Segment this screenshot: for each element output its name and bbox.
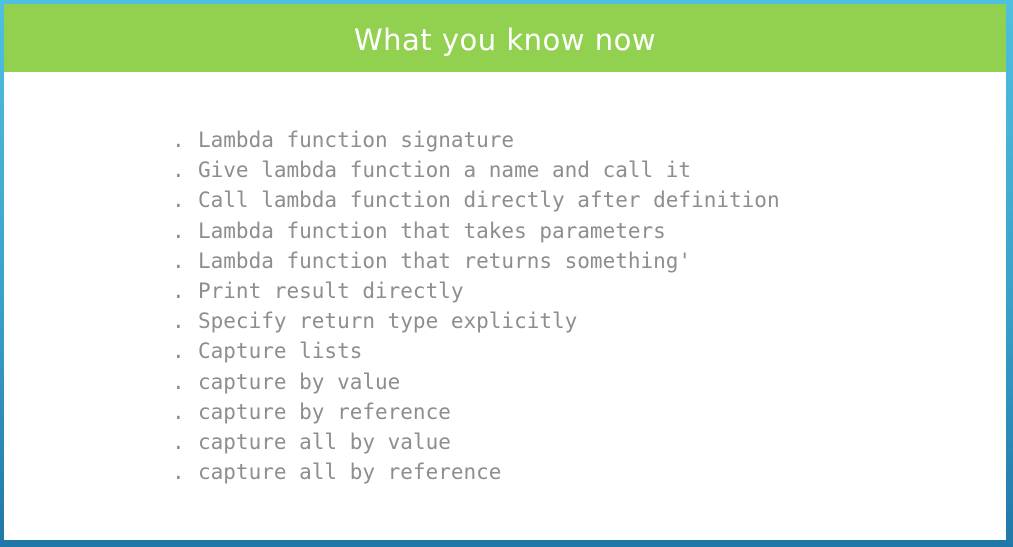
summary-list: . Lambda function signature. Give lambda f… [172, 125, 780, 487]
list-item-text: capture all by reference [198, 460, 502, 485]
list-item-text: Lambda function signature [198, 128, 515, 152]
list-item: . capture all by reference [172, 457, 780, 487]
bullet-dot: . [172, 188, 185, 213]
bullet-dot: . [172, 369, 185, 394]
list-item: . Capture lists [172, 336, 780, 366]
list-item-text: Lambda function that returns something' [198, 248, 692, 273]
list-item: . Print result directly [172, 276, 780, 306]
bullet-dot: . [172, 248, 185, 273]
title-bar: What you know now [4, 4, 1006, 72]
bullet-dot: . [172, 158, 185, 183]
bullet-dot: . [172, 278, 185, 303]
list-item-text: Call lambda function directly after defi… [198, 188, 780, 213]
list-item-text: Give lambda function a name and call it [198, 158, 692, 183]
list-item-text: Print result directly [198, 278, 464, 303]
bullet-dot: . [172, 218, 185, 243]
list-item: . capture all by value [172, 427, 780, 457]
list-item-text: capture by value [198, 369, 401, 394]
list-item: . Lambda function that takes parameters [172, 216, 780, 246]
slide-title: What you know now [353, 22, 657, 57]
list-item: . Specify return type explicitly [172, 306, 780, 336]
list-item: . capture by reference [172, 397, 780, 427]
list-item: . capture by value [172, 367, 780, 397]
list-item: . Call lambda function directly after def… [172, 185, 780, 215]
list-item: . Lambda function that returns something' [172, 246, 780, 276]
list-item: . Give lambda function a name and call it [172, 155, 780, 185]
list-item-text: Capture lists [198, 339, 363, 364]
slide: What you know now . Lambda function signa… [4, 4, 1006, 540]
bullet-dot: . [172, 309, 185, 334]
list-item-text: Specify return type explicitly [198, 309, 578, 334]
list-item-text: capture by reference [198, 399, 451, 424]
list-item-text: Lambda function that takes parameters [198, 218, 666, 243]
bullet-dot: . [172, 460, 185, 485]
bullet-dot: . [172, 128, 185, 152]
list-item-text: capture all by value [198, 429, 451, 454]
list-item: . Lambda function signature [172, 125, 780, 155]
bullet-dot: . [172, 339, 185, 364]
bullet-dot: . [172, 429, 185, 454]
bullet-dot: . [172, 399, 185, 424]
